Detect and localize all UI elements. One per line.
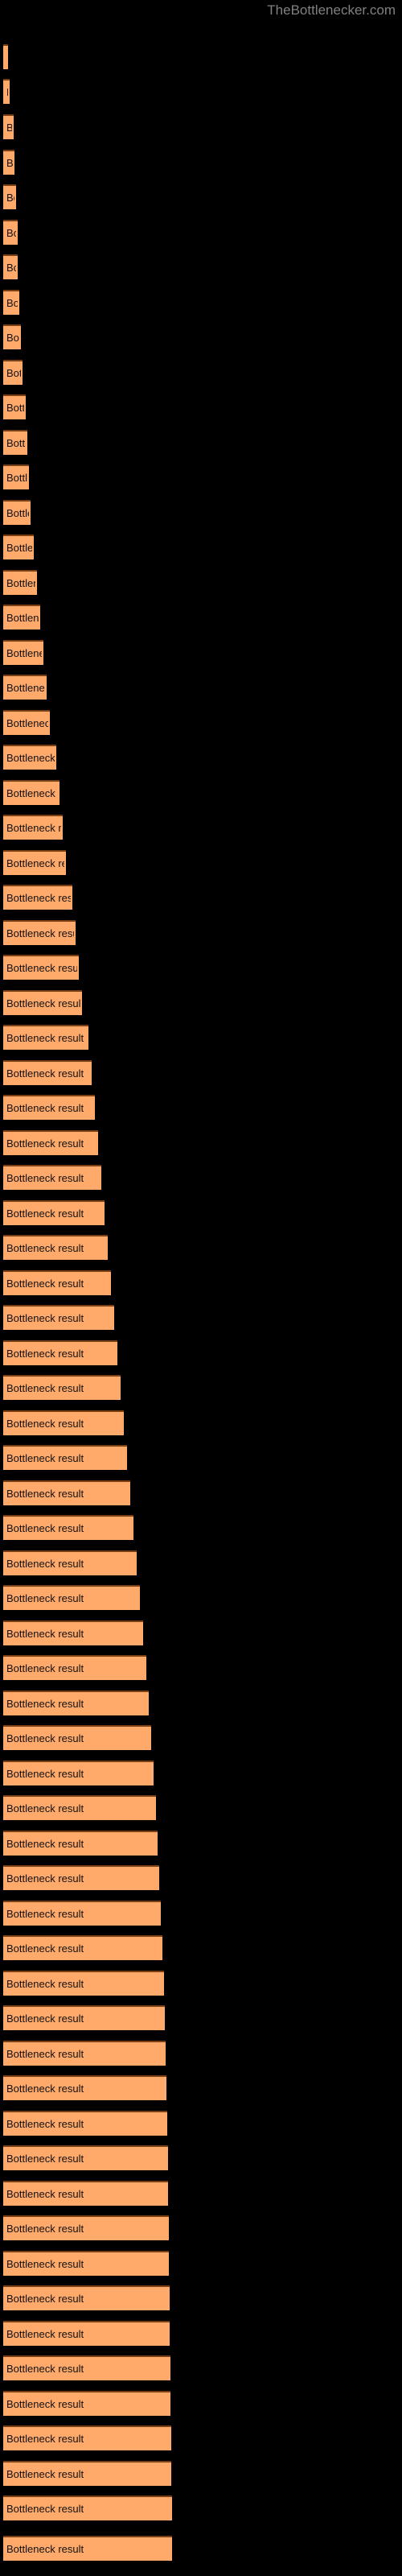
bar[interactable] bbox=[3, 2111, 167, 2136]
bar[interactable] bbox=[3, 2496, 172, 2520]
bar[interactable] bbox=[3, 1550, 137, 1575]
bar[interactable] bbox=[3, 1340, 117, 1365]
bar[interactable] bbox=[3, 1375, 121, 1400]
bar[interactable] bbox=[3, 535, 34, 559]
bar[interactable] bbox=[3, 2391, 170, 2416]
bar[interactable] bbox=[3, 1095, 95, 1120]
bar[interactable] bbox=[3, 2075, 166, 2100]
bar[interactable] bbox=[3, 1200, 105, 1225]
bar[interactable] bbox=[3, 1690, 149, 1715]
bar[interactable] bbox=[3, 570, 37, 595]
bar[interactable] bbox=[3, 430, 27, 455]
bar[interactable] bbox=[3, 394, 26, 419]
bar[interactable] bbox=[3, 2251, 169, 2276]
bar[interactable] bbox=[3, 1831, 158, 1856]
bar[interactable] bbox=[3, 1515, 133, 1540]
bar[interactable] bbox=[3, 1270, 111, 1295]
bar[interactable] bbox=[3, 1655, 146, 1680]
bar[interactable] bbox=[3, 1305, 114, 1330]
bar[interactable] bbox=[3, 79, 10, 104]
bar[interactable] bbox=[3, 2041, 166, 2066]
bar[interactable] bbox=[3, 360, 23, 385]
bar[interactable] bbox=[3, 500, 31, 525]
bar[interactable] bbox=[3, 2536, 172, 2561]
bar[interactable] bbox=[3, 1025, 88, 1050]
bar[interactable] bbox=[3, 955, 79, 980]
bar[interactable] bbox=[3, 2181, 168, 2206]
bar[interactable] bbox=[3, 44, 8, 69]
bar[interactable] bbox=[3, 675, 47, 700]
bar[interactable] bbox=[3, 1585, 140, 1610]
bar[interactable] bbox=[3, 2321, 170, 2346]
site-title: TheBottlenecker.com bbox=[267, 2, 396, 18]
bar[interactable] bbox=[3, 815, 63, 840]
bar[interactable] bbox=[3, 2005, 165, 2030]
bar[interactable] bbox=[3, 1410, 124, 1435]
bar[interactable] bbox=[3, 990, 82, 1015]
bar[interactable] bbox=[3, 780, 59, 805]
bar[interactable] bbox=[3, 220, 18, 245]
bar[interactable] bbox=[3, 2355, 170, 2380]
bar[interactable] bbox=[3, 2145, 168, 2170]
bar[interactable] bbox=[3, 885, 72, 910]
bar[interactable] bbox=[3, 920, 76, 945]
bar[interactable] bbox=[3, 2425, 171, 2450]
bar[interactable] bbox=[3, 290, 19, 315]
bar[interactable] bbox=[3, 1935, 162, 1960]
bar[interactable] bbox=[3, 150, 14, 175]
bar[interactable] bbox=[3, 324, 21, 349]
bar[interactable] bbox=[3, 1480, 130, 1505]
bar[interactable] bbox=[3, 745, 56, 770]
bar[interactable] bbox=[3, 710, 50, 735]
bar[interactable] bbox=[3, 184, 16, 209]
bar[interactable] bbox=[3, 1761, 154, 1785]
bar[interactable] bbox=[3, 850, 66, 875]
bar[interactable] bbox=[3, 1725, 151, 1750]
bar[interactable] bbox=[3, 1060, 92, 1085]
bar[interactable] bbox=[3, 114, 14, 139]
bar[interactable] bbox=[3, 1130, 98, 1155]
bar[interactable] bbox=[3, 1235, 108, 1260]
bar[interactable] bbox=[3, 1865, 159, 1890]
bar[interactable] bbox=[3, 605, 40, 630]
bar[interactable] bbox=[3, 2285, 170, 2310]
bar[interactable] bbox=[3, 1620, 143, 1645]
page-root: Bottleneck resultBottleneck resultBottle… bbox=[0, 0, 402, 2576]
bar[interactable] bbox=[3, 464, 29, 489]
bar[interactable] bbox=[3, 640, 43, 665]
bar[interactable] bbox=[3, 1971, 164, 1996]
chart-clip: Bottleneck resultBottleneck resultBottle… bbox=[0, 0, 402, 2576]
bar[interactable] bbox=[3, 1165, 101, 1190]
bar[interactable] bbox=[3, 1795, 156, 1820]
bar[interactable] bbox=[3, 1901, 161, 1926]
bottleneck-bar-chart: Bottleneck resultBottleneck resultBottle… bbox=[0, 0, 402, 2576]
bar[interactable] bbox=[3, 2215, 169, 2240]
bar[interactable] bbox=[3, 254, 18, 279]
bar[interactable] bbox=[3, 1445, 127, 1470]
bar[interactable] bbox=[3, 2461, 171, 2486]
